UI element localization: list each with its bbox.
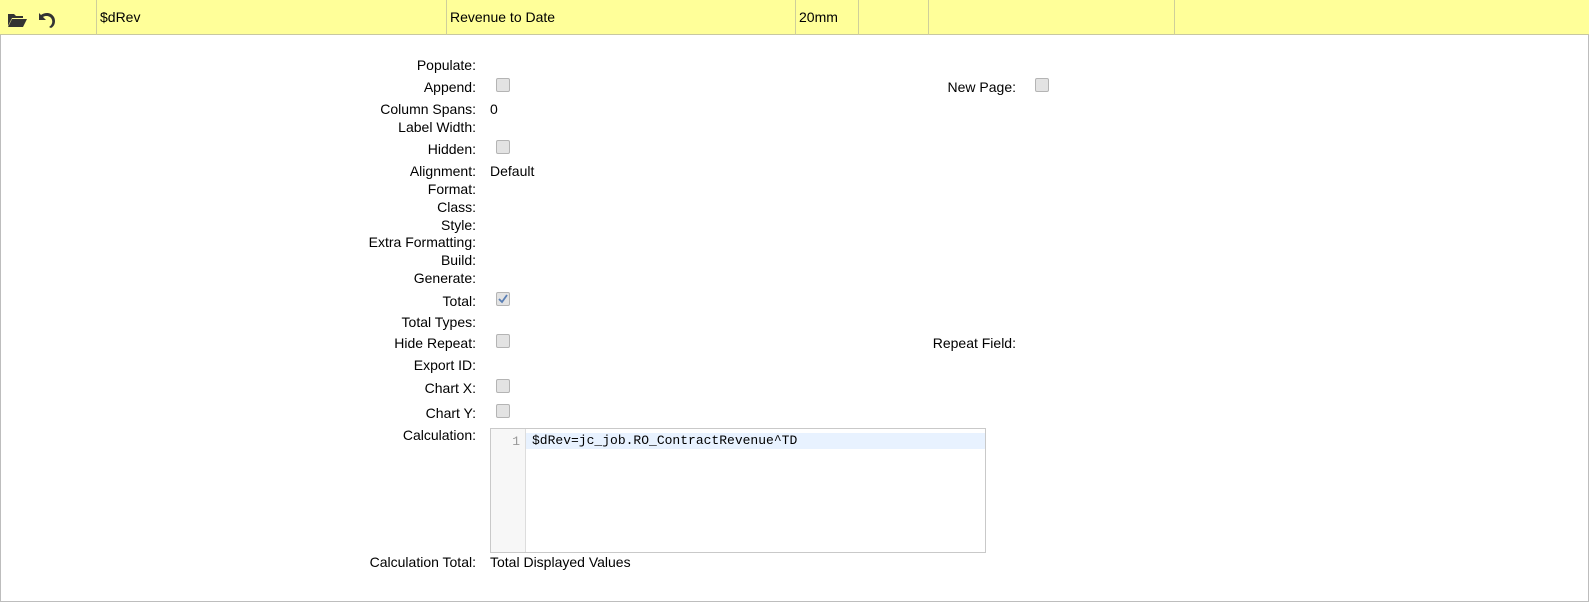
class-label: Class:: [437, 199, 476, 215]
format-label: Format:: [427, 181, 476, 197]
field-name-cell[interactable]: $dRev: [97, 0, 447, 35]
chart-y-label: Chart Y:: [425, 405, 476, 421]
line-number: 1: [512, 434, 520, 449]
header-actions-cell: [0, 0, 97, 35]
label-width-label: Label Width:: [398, 119, 476, 135]
repeat-field-label: Repeat Field:: [932, 335, 1016, 351]
export-id-label: Export ID:: [413, 357, 476, 373]
folder-open-icon[interactable]: [7, 8, 29, 28]
header-cell-5[interactable]: [929, 0, 1175, 35]
total-types-label: Total Types:: [401, 314, 476, 330]
append-label: Append:: [423, 79, 476, 95]
undo-icon[interactable]: [36, 8, 58, 28]
column-spans-value[interactable]: 0: [490, 101, 498, 117]
chart-x-checkbox[interactable]: [496, 379, 510, 393]
header-cell-6[interactable]: [1175, 0, 1589, 35]
calculation-editor[interactable]: 1 $dRev=jc_job.RO_ContractRevenue^TD: [490, 428, 986, 553]
editor-gutter: 1: [491, 429, 526, 552]
header-cell-4[interactable]: [859, 0, 929, 35]
populate-label: Populate:: [416, 57, 476, 73]
build-label: Build:: [440, 252, 476, 268]
alignment-label: Alignment:: [409, 163, 476, 179]
hide-repeat-label: Hide Repeat:: [394, 335, 476, 351]
chart-y-checkbox[interactable]: [496, 404, 510, 418]
style-label: Style:: [440, 217, 476, 233]
hide-repeat-checkbox[interactable]: [496, 334, 510, 348]
new-page-checkbox[interactable]: [1035, 78, 1049, 92]
field-header-row: $dRev Revenue to Date 20mm: [0, 0, 1589, 35]
total-label: Total:: [442, 293, 476, 309]
append-checkbox[interactable]: [496, 78, 510, 92]
checkmark-icon: [498, 294, 508, 304]
chart-x-label: Chart X:: [424, 380, 476, 396]
alignment-value[interactable]: Default: [490, 163, 534, 179]
calculation-total-value[interactable]: Total Displayed Values: [490, 554, 631, 570]
calculation-code[interactable]: $dRev=jc_job.RO_ContractRevenue^TD: [532, 433, 797, 449]
total-checkbox[interactable]: [496, 292, 510, 306]
column-spans-label: Column Spans:: [380, 101, 476, 117]
extra-formatting-label: Extra Formatting:: [368, 234, 476, 250]
generate-label: Generate:: [413, 270, 476, 286]
hidden-label: Hidden:: [427, 141, 476, 157]
new-page-label: New Page:: [947, 79, 1016, 95]
hidden-checkbox[interactable]: [496, 140, 510, 154]
calculation-label: Calculation:: [402, 427, 476, 443]
description-cell[interactable]: Revenue to Date: [447, 0, 796, 35]
width-cell[interactable]: 20mm: [796, 0, 859, 35]
calculation-total-label: Calculation Total:: [369, 554, 476, 570]
